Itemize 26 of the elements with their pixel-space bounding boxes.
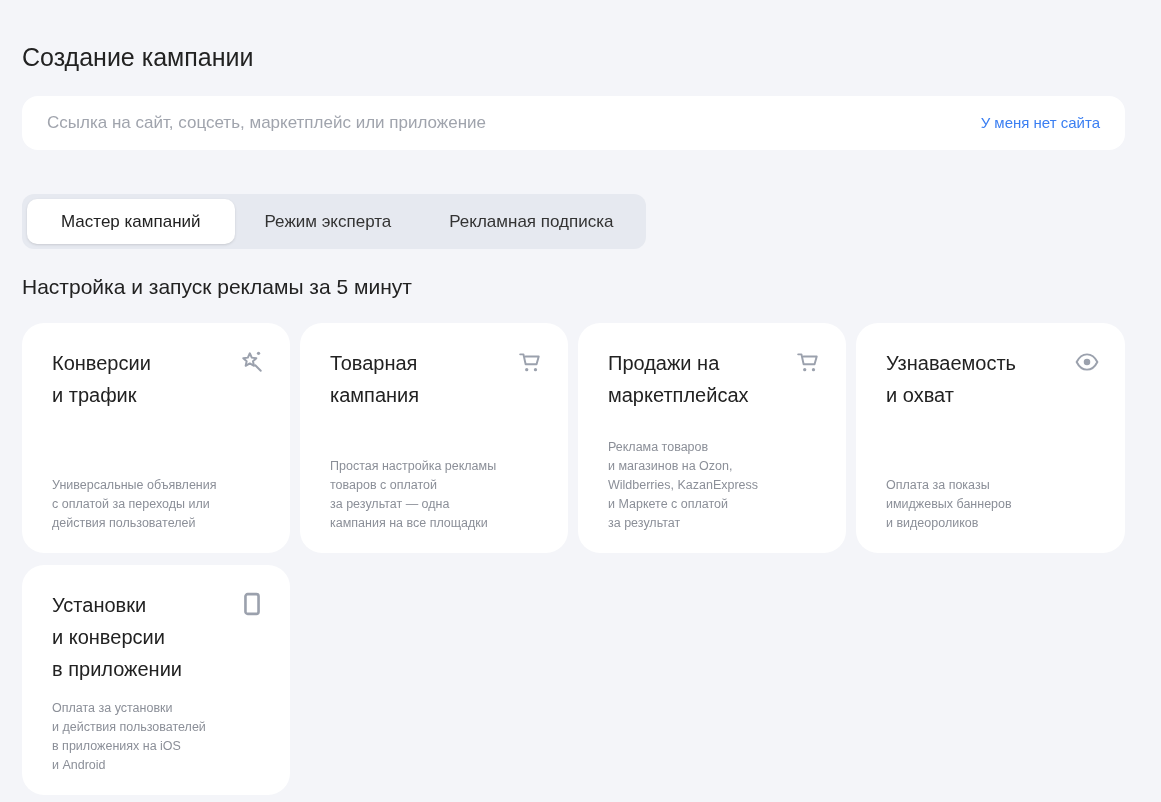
campaign-card[interactable]: Товарная кампания Простая настройка рекламы товаров с оплатой за результат — одна кампания на все площадки	[300, 323, 568, 553]
page-title: Создание кампании	[22, 42, 255, 73]
campaign-card[interactable]: Конверсии и трафик Универсальные объявления с оплатой за переходы или действия пользователей	[22, 323, 290, 553]
campaign-card[interactable]: Узнаваемость и охват Оплата за показы имиджевых баннеров и видеороликов	[856, 323, 1125, 553]
section-title: Настройка и запуск рекламы за 5 минут	[22, 274, 413, 300]
no-website-link[interactable]: У меня нет сайта	[980, 111, 1100, 135]
link-field[interactable]: Ссылка на сайт, соцсеть, маркетплейс или приложение У меня нет сайта	[22, 96, 1125, 150]
campaign-card[interactable]: Установки и конверсии в приложении Оплата за установки и действия пользователей в приложениях на iOS и Android	[22, 565, 290, 795]
campaign-card[interactable]: Продажи на маркетплейсах Реклама товаров и магазинов на Ozon, Wildberries, KazanExpress и Маркете с оплатой за результат	[578, 323, 846, 553]
mode-tab[interactable]: Мастер кампаний	[27, 199, 235, 244]
card-description: Оплата за установки и действия пользователей в приложениях на iOS и Android	[52, 700, 207, 774]
card-description: Оплата за показы имиджевых баннеров и видеороликов	[886, 477, 1013, 532]
card-description: Реклама товаров и магазинов на Ozon, Wildberries, KazanExpress и Маркете с оплатой за результат	[608, 439, 760, 532]
card-title: Конверсии и трафик	[52, 351, 151, 408]
card-title: Узнаваемость и охват	[886, 351, 1017, 408]
card-title: Продажи на маркетплейсах	[608, 351, 749, 408]
eye-icon	[1075, 350, 1099, 374]
card-description: Простая настройка рекламы товаров с оплатой за результат — одна кампания на все площадки	[330, 458, 498, 532]
mode-tab[interactable]: Режим эксперта	[236, 199, 420, 244]
mode-tab[interactable]: Рекламная подписка	[421, 199, 642, 244]
cart-icon	[518, 350, 542, 374]
card-description: Универсальные объявления с оплатой за переходы или действия пользователей	[52, 477, 218, 532]
card-title: Установки и конверсии в приложении	[52, 593, 182, 682]
cart-icon	[796, 350, 820, 374]
sparkle-icon	[240, 350, 264, 374]
card-title: Товарная кампания	[330, 351, 420, 408]
